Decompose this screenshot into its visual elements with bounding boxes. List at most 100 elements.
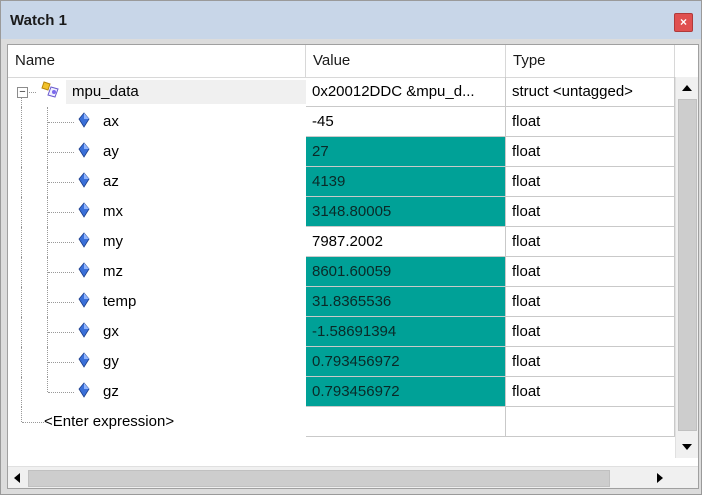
name-cell: <Enter expression> <box>8 407 306 437</box>
variable-name-label: mz <box>103 263 123 280</box>
watch-window: Watch 1 × Name Value Type − mpu_data 0x2… <box>0 0 702 495</box>
type-cell: float <box>506 347 675 377</box>
collapse-toggle-icon[interactable]: − <box>17 87 28 98</box>
value-text: 8601.60059 <box>312 263 392 280</box>
name-cell: my <box>8 227 306 257</box>
column-header-type[interactable]: Type <box>506 45 675 77</box>
value-cell[interactable] <box>306 407 506 437</box>
value-cell[interactable]: 0x20012DDC &mpu_d... <box>306 77 506 107</box>
type-cell: float <box>506 287 675 317</box>
name-cell: mz <box>8 257 306 287</box>
window-title-bar[interactable]: Watch 1 × <box>1 1 701 39</box>
variable-name-label: az <box>103 173 119 190</box>
watch-grid: Name Value Type − mpu_data 0x20012DDC &m… <box>7 44 699 489</box>
type-cell: float <box>506 317 675 347</box>
watch-row[interactable]: gz 0.793456972 float <box>8 377 675 407</box>
value-cell[interactable]: 0.793456972 <box>306 347 506 377</box>
variable-icon <box>78 382 90 398</box>
horizontal-scroll-thumb[interactable] <box>28 470 610 487</box>
watch-row-root[interactable]: − mpu_data 0x20012DDC &mpu_d... struct <… <box>8 77 675 107</box>
name-cell: ay <box>8 137 306 167</box>
horizontal-scrollbar[interactable] <box>8 466 698 488</box>
watch-row[interactable]: mz 8601.60059 float <box>8 257 675 287</box>
type-cell: float <box>506 377 675 407</box>
variable-icon <box>78 322 90 338</box>
watch-row[interactable]: ax -45 float <box>8 107 675 137</box>
value-text: 4139 <box>312 173 346 190</box>
scroll-right-icon[interactable] <box>656 472 664 484</box>
watch-row[interactable]: gx -1.58691394 float <box>8 317 675 347</box>
variable-name-label: gy <box>103 353 119 370</box>
value-text: 31.8365536 <box>312 293 392 310</box>
vertical-scrollbar[interactable] <box>675 77 698 458</box>
column-header-value[interactable]: Value <box>306 45 506 77</box>
name-cell: temp <box>8 287 306 317</box>
value-cell[interactable]: 31.8365536 <box>306 287 506 317</box>
close-icon: × <box>679 15 687 29</box>
enter-expression-label[interactable]: <Enter expression> <box>44 407 174 437</box>
root-name-label: mpu_data <box>72 83 139 100</box>
type-cell: struct <untagged> <box>506 77 675 107</box>
scroll-left-icon[interactable] <box>13 472 21 484</box>
watch-row[interactable]: az 4139 float <box>8 167 675 197</box>
watch-row[interactable]: mx 3148.80005 float <box>8 197 675 227</box>
variable-name-label: ax <box>103 113 119 130</box>
value-text: 0.793456972 <box>312 353 400 370</box>
variable-icon <box>78 172 90 188</box>
watch-row[interactable]: my 7987.2002 float <box>8 227 675 257</box>
name-cell: az <box>8 167 306 197</box>
close-button[interactable]: × <box>674 13 693 32</box>
type-cell: float <box>506 227 675 257</box>
name-cell: mx <box>8 197 306 227</box>
value-cell[interactable]: 8601.60059 <box>306 257 506 287</box>
type-cell: float <box>506 167 675 197</box>
name-cell: ax <box>8 107 306 137</box>
variable-name-label: my <box>103 233 123 250</box>
variable-name-label: gz <box>103 383 119 400</box>
struct-icon <box>41 81 59 98</box>
variable-icon <box>78 352 90 368</box>
value-text: -45 <box>312 113 334 130</box>
scroll-up-icon[interactable] <box>681 84 693 92</box>
value-text: -1.58691394 <box>312 323 397 340</box>
name-cell: gz <box>8 377 306 407</box>
variable-icon <box>78 232 90 248</box>
value-cell[interactable]: 4139 <box>306 167 506 197</box>
type-cell: float <box>506 107 675 137</box>
variable-name-label: gx <box>103 323 119 340</box>
variable-name-label: mx <box>103 203 123 220</box>
value-cell[interactable]: 27 <box>306 137 506 167</box>
name-cell: − mpu_data <box>8 77 306 107</box>
value-text: 0.793456972 <box>312 383 400 400</box>
watch-row[interactable]: ay 27 float <box>8 137 675 167</box>
name-cell: gx <box>8 317 306 347</box>
variable-icon <box>78 262 90 278</box>
column-header-name[interactable]: Name <box>8 45 306 77</box>
variable-name-label: temp <box>103 293 137 310</box>
window-title: Watch 1 <box>10 12 67 29</box>
vertical-scroll-thumb[interactable] <box>678 99 697 431</box>
value-cell[interactable]: 3148.80005 <box>306 197 506 227</box>
type-cell: float <box>506 257 675 287</box>
value-text: 3148.80005 <box>312 203 392 220</box>
type-cell: float <box>506 197 675 227</box>
variable-icon <box>78 142 90 158</box>
variable-icon <box>78 202 90 218</box>
value-cell[interactable]: 0.793456972 <box>306 377 506 407</box>
value-cell[interactable]: 7987.2002 <box>306 227 506 257</box>
enter-expression-row[interactable]: <Enter expression> <box>8 407 675 437</box>
variable-icon <box>78 112 90 128</box>
value-text: 27 <box>312 143 329 160</box>
value-cell[interactable]: -45 <box>306 107 506 137</box>
column-header-row: Name Value Type <box>8 45 698 78</box>
value-cell[interactable]: -1.58691394 <box>306 317 506 347</box>
variable-icon <box>78 292 90 308</box>
watch-row[interactable]: temp 31.8365536 float <box>8 287 675 317</box>
scroll-down-icon[interactable] <box>681 443 693 451</box>
type-cell: float <box>506 137 675 167</box>
variable-name-label: ay <box>103 143 119 160</box>
type-cell <box>506 407 675 437</box>
value-text: 7987.2002 <box>312 233 383 250</box>
name-cell: gy <box>8 347 306 377</box>
watch-row[interactable]: gy 0.793456972 float <box>8 347 675 377</box>
